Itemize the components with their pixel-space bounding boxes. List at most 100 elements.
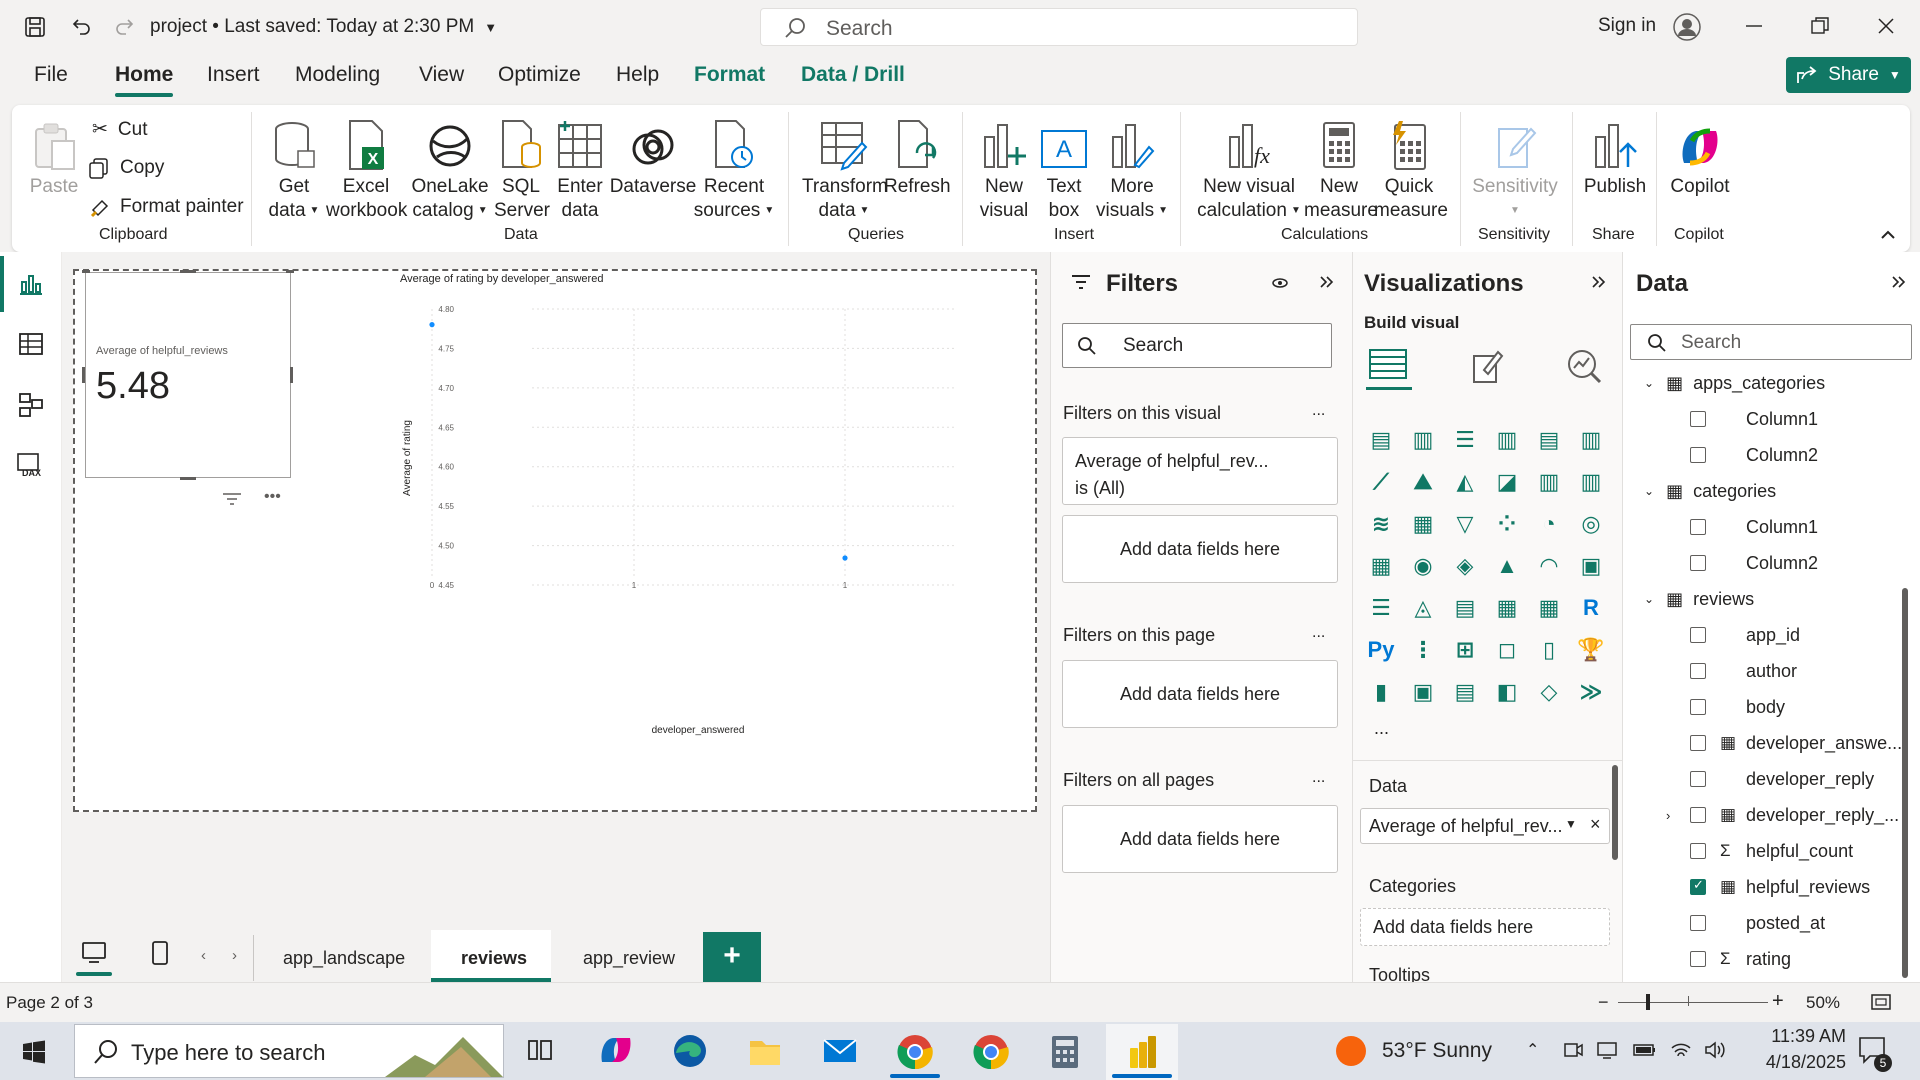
recent-sources-button[interactable]: Recent sources ▼	[694, 115, 774, 223]
area-chart-icon[interactable]: ⛰	[1406, 465, 1440, 499]
field-checkbox[interactable]	[1690, 843, 1706, 859]
tab-format[interactable]: Format	[694, 63, 765, 87]
task-view-icon[interactable]	[526, 1036, 554, 1064]
tab-home[interactable]: Home	[115, 63, 173, 87]
field-row[interactable]: body	[1690, 692, 1785, 722]
card-new-icon[interactable]: ▣	[1406, 675, 1440, 709]
dataverse-button[interactable]: Dataverse	[608, 115, 698, 199]
kpi-icon[interactable]: ◬	[1406, 591, 1440, 625]
format-painter-button[interactable]: Format painter	[90, 196, 244, 218]
trophy-icon[interactable]: 🏆	[1574, 633, 1608, 667]
field-checkbox[interactable]	[1690, 555, 1706, 571]
python-visual-icon[interactable]: Py	[1364, 633, 1398, 667]
close-icon[interactable]	[1876, 16, 1896, 36]
chevron-right-icon[interactable]: ›	[1666, 808, 1670, 823]
azure-map-icon[interactable]: ▲	[1490, 549, 1524, 583]
resize-handle[interactable]	[82, 270, 90, 273]
paginated-report-icon[interactable]: ▮	[1364, 675, 1398, 709]
funnel-icon[interactable]: ▽	[1448, 507, 1482, 541]
table-viz-icon[interactable]: ▦	[1490, 591, 1524, 625]
excel-workbook-button[interactable]: X Excel workbook	[326, 115, 407, 223]
more-options-icon[interactable]: ...	[1312, 402, 1325, 420]
format-visual-icon[interactable]	[1466, 346, 1506, 386]
eye-icon[interactable]	[1272, 276, 1288, 290]
tab-view[interactable]: View	[419, 63, 464, 87]
enter-data-button[interactable]: Enter data	[554, 115, 606, 223]
redo-icon[interactable]	[108, 10, 142, 44]
chevron-down-icon[interactable]: ⌄	[1644, 484, 1654, 498]
filter-card[interactable]: Average of helpful_rev... is (All)	[1062, 437, 1338, 505]
undo-icon[interactable]	[64, 10, 98, 44]
transform-data-button[interactable]: Transform data ▼	[802, 115, 888, 223]
volume-icon[interactable]	[1704, 1040, 1726, 1060]
tab-modeling[interactable]: Modeling	[295, 63, 380, 87]
field-row[interactable]: Column2	[1690, 548, 1818, 578]
zoom-slider-thumb[interactable]	[1646, 994, 1650, 1010]
table-node[interactable]: ⌄ ▦ categories	[1644, 476, 1776, 506]
power-bi-icon[interactable]	[1126, 1034, 1160, 1070]
battery-icon[interactable]	[1633, 1043, 1657, 1057]
resize-handle[interactable]	[290, 367, 293, 383]
publish-button[interactable]: Publish	[1580, 115, 1650, 199]
waterfall-icon[interactable]: ▦	[1406, 507, 1440, 541]
more-options-icon[interactable]: •••	[264, 488, 281, 506]
add-page-button[interactable]: +	[703, 932, 761, 982]
analytics-icon[interactable]	[1564, 346, 1604, 386]
tab-data-drill[interactable]: Data / Drill	[801, 63, 905, 87]
decomposition-tree-icon[interactable]: ⊞	[1448, 633, 1482, 667]
resize-handle[interactable]	[286, 270, 294, 273]
qa-icon[interactable]: ◻	[1490, 633, 1524, 667]
scatter-point[interactable]	[429, 322, 435, 328]
display-icon[interactable]	[1596, 1040, 1618, 1060]
multi-row-card-icon[interactable]: ☰	[1364, 591, 1398, 625]
field-checkbox[interactable]	[1690, 951, 1706, 967]
windows-start-icon[interactable]	[22, 1040, 46, 1064]
field-row[interactable]: Σrating	[1690, 944, 1791, 974]
100-column-icon[interactable]: ▥	[1574, 423, 1608, 457]
field-checkbox[interactable]	[1690, 519, 1706, 535]
copy-button[interactable]: Copy	[88, 157, 164, 179]
user-avatar-icon[interactable]	[1672, 12, 1702, 42]
power-automate-icon[interactable]: ≫	[1574, 675, 1608, 709]
zoom-out-icon[interactable]: −	[1598, 992, 1609, 1013]
collapse-ribbon-icon[interactable]	[1880, 228, 1896, 240]
clustered-bar-icon[interactable]: ☰	[1448, 423, 1482, 457]
matrix-icon[interactable]: ▦	[1532, 591, 1566, 625]
tab-help[interactable]: Help	[616, 63, 659, 87]
new-visual-button[interactable]: New visual	[976, 115, 1032, 223]
save-icon[interactable]	[18, 10, 52, 44]
calculator-app-icon[interactable]	[1050, 1034, 1080, 1070]
stacked-bar-icon[interactable]: ▤	[1364, 423, 1398, 457]
collapse-filters-icon[interactable]	[1318, 274, 1334, 290]
field-row[interactable]: Column1	[1690, 404, 1818, 434]
more-visual-types[interactable]: ...	[1374, 718, 1389, 739]
zoom-slider[interactable]	[1618, 1002, 1768, 1003]
stacked-area-icon[interactable]: ◭	[1448, 465, 1482, 499]
clustered-column-icon[interactable]: ▥	[1490, 423, 1524, 457]
field-checkbox[interactable]	[1690, 807, 1706, 823]
weather-sun-icon[interactable]	[1336, 1036, 1366, 1066]
report-view-icon[interactable]	[18, 272, 44, 296]
edge-browser-icon[interactable]	[672, 1033, 708, 1069]
copilot-button[interactable]: Copilot	[1666, 115, 1734, 199]
field-row[interactable]: app_id	[1690, 620, 1800, 650]
r-visual-icon[interactable]: R	[1574, 591, 1608, 625]
mobile-layout-icon[interactable]	[150, 940, 170, 966]
chrome-profile-icon[interactable]	[972, 1033, 1010, 1071]
add-visual-filter-well[interactable]: Add data fields here	[1062, 515, 1338, 583]
chevron-right-icon[interactable]: ›	[232, 947, 237, 964]
file-explorer-icon[interactable]	[748, 1035, 782, 1067]
minimize-icon[interactable]	[1744, 16, 1764, 36]
wifi-icon[interactable]	[1670, 1040, 1692, 1060]
field-checkbox[interactable]	[1690, 699, 1706, 715]
table-node[interactable]: ⌄ ▦ reviews	[1644, 584, 1754, 614]
field-checkbox[interactable]	[1690, 735, 1706, 751]
100-bar-icon[interactable]: ▤	[1532, 423, 1566, 457]
gauge-icon[interactable]: ◠	[1532, 549, 1566, 583]
scatter-point[interactable]	[842, 555, 848, 561]
copilot-taskbar-icon[interactable]	[598, 1034, 634, 1066]
build-visual-tab[interactable]	[1366, 344, 1412, 390]
resize-handle[interactable]	[180, 270, 196, 273]
field-row[interactable]: ▦ developer_reply_... ›	[1666, 800, 1899, 830]
card-visual[interactable]: Average of helpful_reviews 5.48	[85, 272, 291, 478]
